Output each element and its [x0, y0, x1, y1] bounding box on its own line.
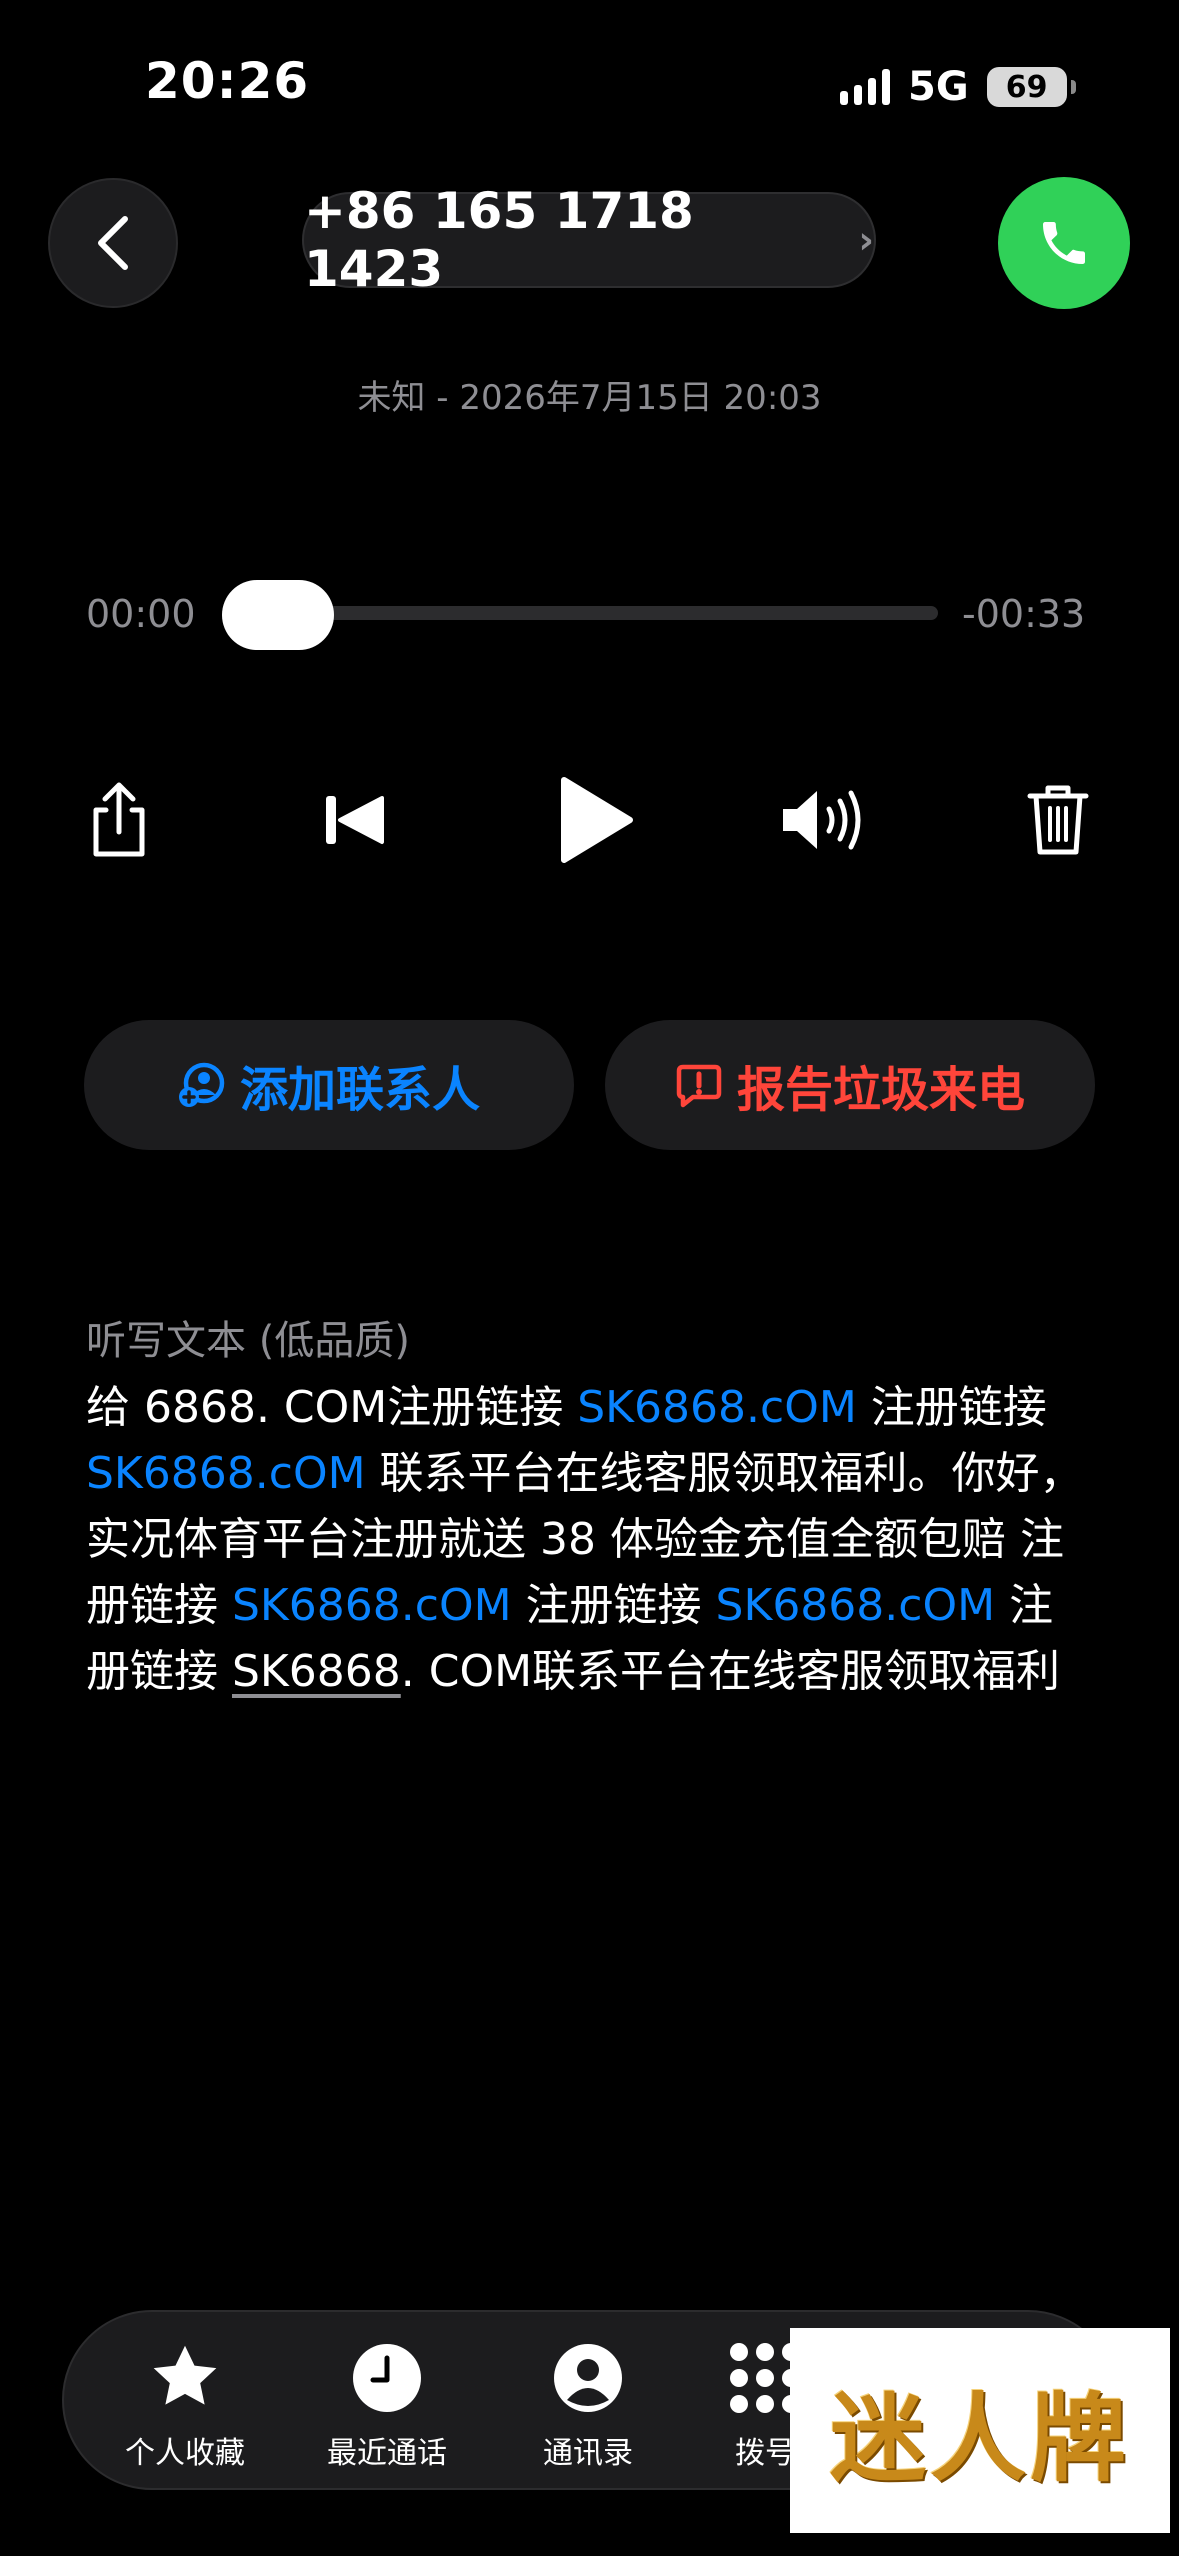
speaker-button[interactable] — [770, 765, 880, 875]
playback-track[interactable] — [230, 606, 938, 620]
transcript-segment: . COM联系平台在线客服领取福利 — [400, 1646, 1061, 1697]
rewind-button[interactable] — [300, 765, 410, 875]
tab-favorites[interactable]: 个人收藏 — [100, 2340, 270, 2472]
transcript-link[interactable]: SK6868.cOM — [577, 1382, 857, 1433]
play-button[interactable] — [540, 765, 650, 875]
transcript-segment: 给 6868. COM注册链接 — [86, 1382, 578, 1433]
status-indicators: 5G 69 — [840, 62, 1076, 112]
trash-icon — [1027, 785, 1089, 855]
tab-contacts[interactable]: 通讯录 — [503, 2340, 673, 2472]
battery-level: 69 — [1005, 69, 1048, 105]
delete-button[interactable] — [1003, 765, 1113, 875]
transcript-text: 给 6868. COM注册链接 SK6868.cOM 注册链接 SK6868.c… — [86, 1375, 1096, 1705]
add-contact-label: 添加联系人 — [239, 1062, 480, 1118]
chevron-right-icon: › — [858, 218, 874, 262]
tab-keypad-label: 拨号 — [735, 2436, 795, 2471]
phone-icon — [1043, 222, 1085, 264]
transcript-segment: 注册链接 — [511, 1580, 716, 1631]
report-bubble-icon — [676, 1064, 722, 1108]
share-button[interactable] — [64, 765, 174, 875]
tab-recents-label: 最近通话 — [327, 2436, 447, 2471]
transcript-link[interactable]: SK6868.cOM — [86, 1448, 366, 1499]
report-spam-label: 报告垃圾来电 — [736, 1062, 1025, 1118]
tab-favorites-label: 个人收藏 — [125, 2436, 245, 2471]
chevron-left-icon — [98, 216, 128, 270]
tab-contacts-label: 通讯录 — [543, 2436, 633, 2471]
skip-back-icon — [326, 796, 384, 844]
phone-number: +86 165 1718 1423 — [304, 182, 694, 298]
remaining-time: -00:33 — [962, 592, 1086, 636]
clock-icon — [353, 2344, 421, 2412]
phone-number-pill[interactable]: +86 165 1718 1423 › — [302, 182, 876, 298]
watermark-text: 迷人牌 — [830, 2382, 1130, 2495]
transcript-label: 听写文本 (低品质) — [86, 1318, 410, 1364]
elapsed-time: 00:00 — [86, 592, 196, 636]
call-button[interactable] — [998, 177, 1130, 309]
star-icon — [153, 2345, 217, 2405]
share-icon — [93, 782, 145, 857]
tab-recents[interactable]: 最近通话 — [302, 2340, 472, 2472]
back-button[interactable] — [48, 178, 178, 308]
transcript-segment: 注册链接 — [856, 1382, 1047, 1433]
network-type: 5G — [908, 64, 969, 110]
transcript-link[interactable]: SK6868.cOM — [716, 1580, 996, 1631]
add-contact-button[interactable]: 添加联系人 — [84, 1020, 574, 1150]
cellular-signal-icon — [840, 69, 890, 105]
status-time: 20:26 — [145, 52, 310, 110]
add-person-icon — [178, 1062, 225, 1107]
transcript-link[interactable]: SK6868.cOM — [232, 1580, 512, 1631]
play-icon — [561, 777, 633, 863]
playback-scrubber-handle[interactable] — [222, 580, 334, 650]
battery-icon: 69 — [986, 67, 1076, 107]
call-info: 未知 - 2026年7月15日 20:03 — [357, 378, 822, 418]
person-icon — [554, 2344, 622, 2412]
watermark-logo: 迷人牌 — [790, 2328, 1170, 2533]
speaker-icon — [783, 790, 861, 850]
report-spam-button[interactable]: 报告垃圾来电 — [605, 1020, 1095, 1150]
transcript-detected-text[interactable]: SK6868 — [232, 1646, 401, 1697]
